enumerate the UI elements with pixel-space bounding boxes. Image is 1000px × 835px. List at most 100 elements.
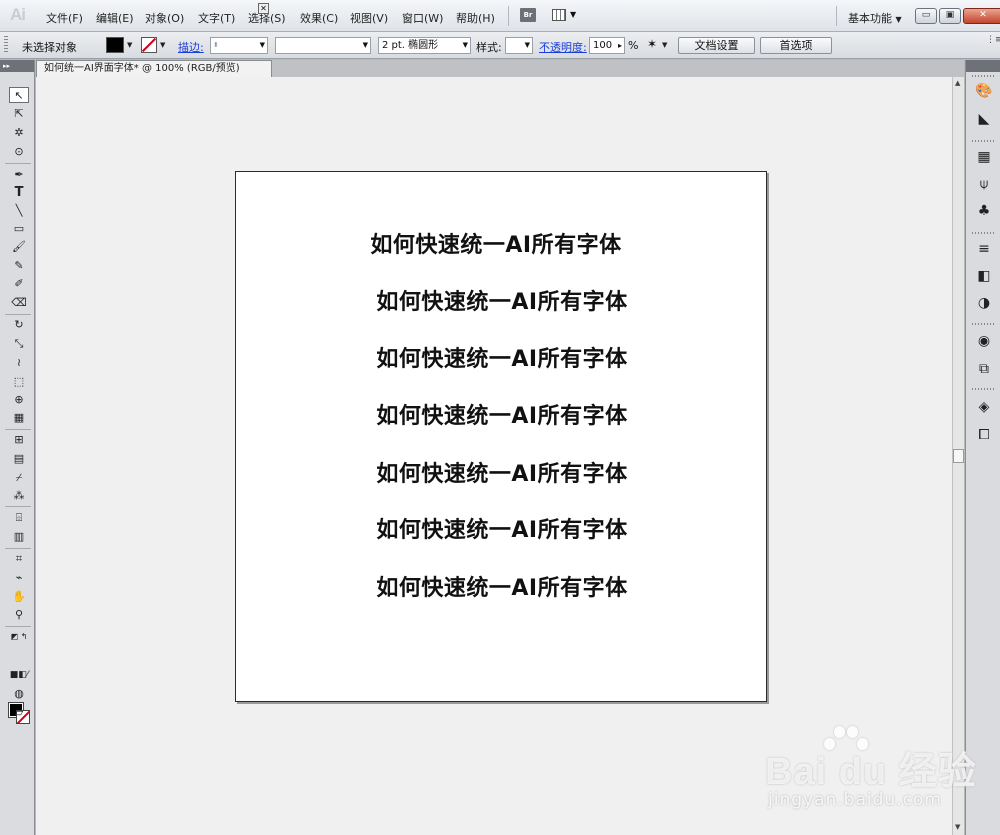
brushes-panel-icon[interactable]: ⍦: [975, 175, 993, 193]
dock-grip[interactable]: [972, 323, 996, 325]
opacity-field[interactable]: 100 ▸: [589, 37, 625, 54]
lasso-tool-icon[interactable]: ⊙: [9, 144, 29, 160]
brush-definition-field[interactable]: 2 pt. 椭圆形 ▼: [378, 37, 471, 54]
type-tool-icon[interactable]: T: [9, 185, 29, 201]
transparency-panel-icon[interactable]: ◑: [975, 294, 993, 312]
stroke-weight-field[interactable]: ⬍ ▼: [210, 37, 268, 54]
pencil-tool-icon[interactable]: ✎: [9, 258, 29, 274]
artboards-panel-icon[interactable]: ⧠: [975, 426, 993, 444]
blob-brush-tool-icon[interactable]: ✐: [9, 276, 29, 292]
text-line[interactable]: 如何快速统一AI所有字体: [236, 512, 768, 544]
graphic-styles-panel-icon[interactable]: ⧉: [975, 360, 993, 378]
panel-menu-icon[interactable]: ⋮≡: [986, 35, 1000, 45]
draw-mode-icon[interactable]: ◍: [9, 686, 29, 702]
swatches-panel-icon[interactable]: ▦: [975, 148, 993, 166]
eyedropper-tool-icon[interactable]: ⌿: [9, 470, 29, 486]
direct-selection-tool-icon[interactable]: ⇱: [9, 106, 29, 122]
color-panel-icon[interactable]: 🎨: [975, 82, 993, 100]
dock-collapse-icon[interactable]: [966, 60, 1000, 72]
appearance-panel-icon[interactable]: ◉: [975, 332, 993, 350]
fill-dropdown-icon[interactable]: ▼: [127, 41, 132, 49]
bridge-button[interactable]: Br: [520, 8, 536, 22]
vertical-scrollbar[interactable]: ▲ ▼: [952, 77, 964, 835]
symbols-panel-icon[interactable]: ♣: [975, 202, 993, 220]
opacity-link[interactable]: 不透明度:: [539, 39, 587, 55]
rotate-tool-icon[interactable]: ↻: [9, 317, 29, 333]
restore-button[interactable]: ▣: [939, 8, 961, 24]
menu-effect[interactable]: 效果(C): [300, 10, 338, 26]
text-line[interactable]: 如何快速统一AI所有字体: [236, 341, 768, 373]
dock-grip[interactable]: [972, 232, 996, 234]
close-tab-icon[interactable]: ✕: [258, 3, 269, 14]
menu-edit[interactable]: 编辑(E): [96, 10, 134, 26]
layers-panel-icon[interactable]: ◈: [975, 398, 993, 416]
text-line[interactable]: 如何快速统一AI所有字体: [230, 227, 762, 259]
menu-file[interactable]: 文件(F): [46, 10, 83, 26]
paintbrush-tool-icon[interactable]: 🖌: [9, 239, 29, 255]
free-transform-tool-icon[interactable]: ⬚: [9, 374, 29, 390]
text-line[interactable]: 如何快速统一AI所有字体: [236, 398, 768, 430]
menu-type[interactable]: 文字(T): [198, 10, 235, 26]
scrollbar-thumb[interactable]: [953, 449, 964, 463]
chevron-down-icon[interactable]: ▼: [662, 41, 667, 49]
panel-grip[interactable]: [4, 36, 8, 54]
dock-grip[interactable]: [972, 140, 996, 142]
text-line[interactable]: 如何快速统一AI所有字体: [236, 570, 768, 602]
shape-builder-tool-icon[interactable]: ⊕: [9, 392, 29, 408]
chevron-down-icon[interactable]: ▼: [525, 38, 530, 53]
menu-object[interactable]: 对象(O): [145, 10, 184, 26]
workspace-switcher[interactable]: 基本功能 ▼: [848, 10, 902, 26]
chevron-down-icon[interactable]: ▼: [363, 38, 368, 53]
scroll-down-icon[interactable]: ▼: [955, 823, 960, 831]
recolor-artwork-icon[interactable]: ✶: [647, 37, 657, 51]
chevron-down-icon[interactable]: ▼: [463, 38, 468, 53]
warp-tool-icon[interactable]: ≀: [9, 355, 29, 371]
gradient-panel-icon[interactable]: ◧: [975, 267, 993, 285]
slice-tool-icon[interactable]: ⌁: [9, 570, 29, 586]
screen-mode-icon[interactable]: ▱: [9, 705, 29, 721]
close-button[interactable]: ✕: [963, 8, 1000, 24]
scroll-up-icon[interactable]: ▲: [955, 79, 960, 87]
selection-tool-icon[interactable]: ↖: [9, 87, 29, 103]
gradient-tool-icon[interactable]: ▤: [9, 451, 29, 467]
canvas[interactable]: 如何快速统一AI所有字体 如何快速统一AI所有字体 如何快速统一AI所有字体 如…: [36, 77, 952, 835]
blend-tool-icon[interactable]: ⁂: [9, 488, 29, 504]
panel-collapse-icon[interactable]: ▸▸: [0, 60, 34, 72]
rectangle-tool-icon[interactable]: ▭: [9, 221, 29, 237]
stroke-panel-link[interactable]: 描边:: [178, 39, 204, 55]
minimize-button[interactable]: ▭: [915, 8, 937, 24]
variable-width-field[interactable]: ▼: [275, 37, 371, 54]
symbol-sprayer-tool-icon[interactable]: ⌹: [9, 510, 29, 526]
text-line[interactable]: 如何快速统一AI所有字体: [236, 456, 768, 488]
menu-view[interactable]: 视图(V): [350, 10, 388, 26]
stroke-panel-icon[interactable]: ≡: [975, 240, 993, 258]
hand-tool-icon[interactable]: ✋: [9, 589, 29, 605]
menu-window[interactable]: 窗口(W): [402, 10, 443, 26]
stroke-color-swatch[interactable]: [141, 37, 157, 53]
document-tab[interactable]: 如何统一AI界面字体* @ 100% (RGB/预览): [36, 60, 272, 77]
stroke-dropdown-icon[interactable]: ▼: [160, 41, 165, 49]
column-graph-tool-icon[interactable]: ▥: [9, 529, 29, 545]
stepper-icon[interactable]: ⬍: [213, 38, 219, 53]
color-guide-icon[interactable]: ◣: [975, 110, 993, 128]
line-segment-tool-icon[interactable]: ╲: [9, 203, 29, 219]
chevron-down-icon[interactable]: ▼: [260, 38, 265, 53]
artboard-tool-icon[interactable]: ⌗: [9, 551, 29, 567]
scale-tool-icon[interactable]: ⤡: [9, 336, 29, 352]
dock-grip[interactable]: [972, 388, 996, 390]
menu-help[interactable]: 帮助(H): [456, 10, 495, 26]
perspective-grid-tool-icon[interactable]: ▦: [9, 410, 29, 426]
chevron-right-icon[interactable]: ▸: [618, 38, 622, 53]
text-line[interactable]: 如何快速统一AI所有字体: [236, 284, 768, 316]
pen-tool-icon[interactable]: ✒: [9, 167, 29, 183]
artboard[interactable]: 如何快速统一AI所有字体 如何快速统一AI所有字体 如何快速统一AI所有字体 如…: [235, 171, 767, 702]
arrange-documents-button[interactable]: ▼: [552, 7, 582, 25]
zoom-tool-icon[interactable]: ⚲: [9, 607, 29, 623]
color-mode-icons[interactable]: ■◧⁄: [9, 667, 29, 683]
dock-grip[interactable]: [972, 75, 996, 77]
fill-color-swatch[interactable]: [106, 37, 124, 53]
preferences-button[interactable]: 首选项: [760, 37, 832, 54]
swap-fill-stroke-icon[interactable]: ◩ ↰: [9, 629, 29, 645]
graphic-style-picker[interactable]: ▼: [505, 37, 533, 54]
mesh-tool-icon[interactable]: ⊞: [9, 432, 29, 448]
